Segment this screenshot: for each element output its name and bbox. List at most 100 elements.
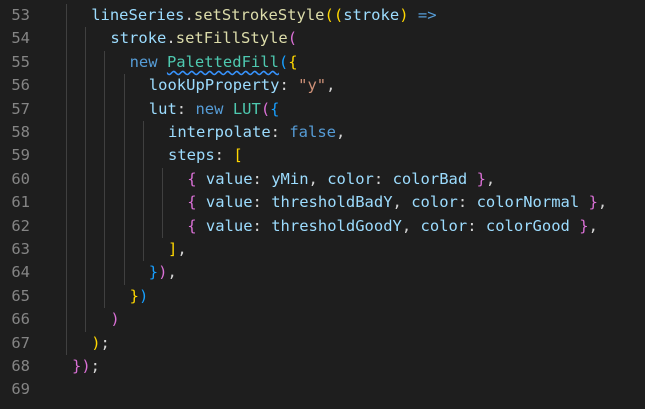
code-text: lineSeries.setStrokeStyle((stroke) => <box>91 4 436 27</box>
code-token: { <box>187 193 197 212</box>
code-line[interactable]: 55 new PalettedFill({ <box>0 51 645 74</box>
code-line[interactable]: 59 steps: [ <box>0 144 645 167</box>
code-text: new PalettedFill({ <box>130 51 298 74</box>
code-token-with-warning: PalettedFill <box>166 52 279 71</box>
code-token: { <box>187 169 197 188</box>
code-token: } <box>129 286 139 305</box>
code-line[interactable]: 60 { value: yMin, color: colorBad }, <box>0 168 645 191</box>
line-number: 55 <box>11 52 30 71</box>
line-number: 62 <box>11 216 30 235</box>
code-token: : <box>279 76 299 95</box>
code-token: { <box>187 216 197 235</box>
code-token: yMin <box>271 169 309 188</box>
code-token: thresholdGoodY <box>271 216 402 235</box>
code-line[interactable]: 56 lookUpProperty: "y", <box>0 74 645 97</box>
code-token: LUT <box>232 99 261 118</box>
line-number: 68 <box>11 357 30 375</box>
code-editor[interactable]: 53 lineSeries.setStrokeStyle((stroke) => 5… <box>0 0 645 409</box>
line-number: 65 <box>11 286 30 305</box>
code-token: interpolate <box>168 123 271 141</box>
code-token: : <box>252 193 272 212</box>
code-token: } <box>476 169 486 188</box>
line-number: 54 <box>11 29 30 48</box>
code-token: , <box>597 193 608 212</box>
code-token: colorBad <box>392 169 468 188</box>
code-token: : <box>467 216 486 235</box>
code-token: }) <box>72 357 91 375</box>
line-number: 57 <box>11 99 30 118</box>
code-token: value <box>205 193 253 212</box>
code-token: color <box>411 193 458 212</box>
code-token: , <box>326 76 336 95</box>
code-token: thresholdBadY <box>271 193 393 212</box>
code-line[interactable]: 53 lineSeries.setStrokeStyle((stroke) => <box>0 4 645 27</box>
line-number: 64 <box>11 263 30 282</box>
code-token: : <box>214 146 234 165</box>
code-line[interactable]: 63], <box>0 238 645 261</box>
code-token: , <box>485 169 496 188</box>
code-line[interactable]: 67); <box>0 332 645 355</box>
code-token: color <box>420 216 468 235</box>
code-token: color <box>327 169 374 188</box>
code-token: setFillStyle <box>175 29 288 48</box>
code-text: lookUpProperty: "y", <box>149 74 336 97</box>
code-token: . <box>184 6 194 24</box>
code-token: stroke <box>110 29 167 48</box>
code-text: ); <box>91 332 110 355</box>
code-token: steps <box>168 146 215 165</box>
code-line[interactable]: 57 lut: new LUT({ <box>0 98 645 121</box>
code-token: ( <box>287 29 298 48</box>
code-token: ; <box>100 333 110 352</box>
code-line[interactable]: 54 stroke.setFillStyle( <box>0 27 645 50</box>
code-line[interactable]: 62 { value: thresholdGoodY, color: colorG… <box>0 215 645 238</box>
code-line[interactable]: 69 <box>0 378 645 401</box>
code-token: { <box>270 99 280 118</box>
code-text: { value: thresholdBadY, color: colorNorm… <box>187 191 607 214</box>
code-token: ) <box>138 286 149 305</box>
code-token: : <box>252 169 272 188</box>
code-token: lineSeries <box>91 6 185 24</box>
code-token: , <box>177 240 187 258</box>
code-token: } <box>588 193 598 212</box>
code-token: , <box>308 169 328 188</box>
line-number: 58 <box>11 123 30 141</box>
code-text: lut: new LUT({ <box>149 98 280 121</box>
code-text: }), <box>149 261 177 284</box>
code-token: (( <box>324 6 344 24</box>
code-text: stroke.setFillStyle( <box>110 27 297 50</box>
code-token: , <box>401 216 421 235</box>
code-text: }) <box>130 285 149 308</box>
code-line[interactable]: 64}), <box>0 261 645 284</box>
code-token: value <box>205 169 253 188</box>
code-line[interactable]: 58 interpolate: false, <box>0 121 645 144</box>
code-line[interactable]: 65}) <box>0 285 645 308</box>
code-token: colorNormal <box>476 193 580 212</box>
code-token: lookUpProperty <box>148 76 280 95</box>
code-text: ], <box>168 238 187 261</box>
code-token: stroke <box>343 6 400 24</box>
line-number: 67 <box>11 333 30 352</box>
code-token: ; <box>90 357 101 375</box>
code-token: false <box>289 123 336 141</box>
code-line[interactable]: 61 { value: thresholdBadY, color: colorNo… <box>0 191 645 214</box>
code-token: ) <box>110 310 120 329</box>
line-number: 60 <box>11 169 30 188</box>
code-token: } <box>148 263 159 282</box>
code-token: "y" <box>298 76 327 95</box>
code-token: { <box>288 52 298 71</box>
code-token: new <box>129 52 158 71</box>
code-text: interpolate: false, <box>168 121 345 144</box>
code-token: , <box>336 123 346 141</box>
code-line[interactable]: 66) <box>0 308 645 331</box>
code-token: : <box>176 99 196 118</box>
code-text: ) <box>110 308 119 331</box>
code-line[interactable]: 68}); <box>0 355 645 378</box>
code-token: ) <box>91 333 101 352</box>
code-token: colorGood <box>485 216 570 235</box>
code-token: . <box>166 29 176 48</box>
code-token: => <box>417 6 437 24</box>
